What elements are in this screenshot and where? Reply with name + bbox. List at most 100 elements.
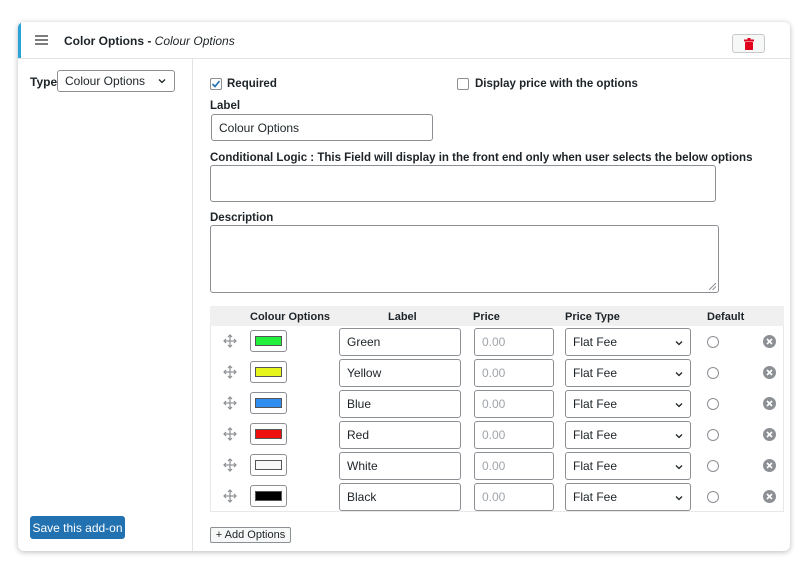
color-picker-button[interactable] [250,330,287,352]
close-circle-icon[interactable] [763,428,776,441]
addon-title: Color Options - Colour Options [64,34,235,48]
option-price-input[interactable]: 0.00 [474,452,554,480]
default-radio[interactable] [707,491,719,503]
type-label: Type [30,75,58,89]
option-row: Blue 0.00 Flat Fee [210,388,784,419]
option-row: Black 0.00 Flat Fee [210,481,784,512]
color-picker-button[interactable] [250,392,287,414]
resize-handle-icon[interactable] [709,283,716,290]
move-arrows-icon[interactable] [223,427,237,441]
price-type-select[interactable]: Flat Fee [565,483,691,511]
option-label-input[interactable]: Red [339,421,461,449]
th-default: Default [707,311,745,323]
option-price-placeholder: 0.00 [482,397,506,411]
color-swatch [255,429,282,439]
option-price-placeholder: 0.00 [482,459,506,473]
color-picker-button[interactable] [250,361,287,383]
price-type-select[interactable]: Flat Fee [565,390,691,418]
chevron-down-icon [675,403,683,408]
color-picker-button[interactable] [250,423,287,445]
color-swatch [255,336,282,346]
th-price-type: Price Type [565,311,620,323]
addon-title-main: Color Options [64,34,144,48]
color-picker-button[interactable] [250,454,287,476]
color-swatch [255,367,282,377]
th-colour: Colour Options [250,311,331,323]
move-arrows-icon[interactable] [223,458,237,472]
option-label-input[interactable]: Green [339,328,461,356]
close-circle-icon[interactable] [763,335,776,348]
option-label-value: Yellow [347,366,382,380]
add-options-button[interactable]: + Add Options [210,527,291,543]
option-label-input[interactable]: Blue [339,390,461,418]
price-type-value: Flat Fee [573,490,618,504]
type-select-value: Colour Options [65,74,146,88]
price-type-select[interactable]: Flat Fee [565,359,691,387]
option-price-input[interactable]: 0.00 [474,483,554,511]
color-swatch [255,398,282,408]
option-label-value: White [347,459,378,473]
type-select[interactable]: Colour Options [57,70,175,92]
save-addon-button[interactable]: Save this add-on [30,516,125,539]
color-swatch [255,491,282,501]
option-row: Yellow 0.00 Flat Fee [210,357,784,388]
close-circle-icon[interactable] [763,459,776,472]
default-radio[interactable] [707,460,719,472]
option-label-value: Black [347,490,377,504]
option-price-input[interactable]: 0.00 [474,328,554,356]
default-radio[interactable] [707,367,719,379]
hamburger-icon[interactable] [35,35,48,45]
label-input-value: Colour Options [219,120,300,135]
description-label: Description [210,212,274,224]
description-field[interactable] [210,225,719,293]
option-label-input[interactable]: White [339,452,461,480]
option-label-input[interactable]: Black [339,483,461,511]
sidebar [18,59,193,551]
price-type-select[interactable]: Flat Fee [565,328,691,356]
th-price: Price [473,311,500,323]
conditional-logic-field[interactable] [210,165,716,202]
conditional-logic-label: Conditional Logic : This Field will disp… [210,152,753,164]
option-row: Red 0.00 Flat Fee [210,419,784,450]
option-label-input[interactable]: Yellow [339,359,461,387]
option-price-input[interactable]: 0.00 [474,421,554,449]
chevron-down-icon [675,465,683,470]
price-type-select[interactable]: Flat Fee [565,421,691,449]
display-price-checkbox[interactable] [457,78,469,90]
move-arrows-icon[interactable] [223,489,237,503]
chevron-down-icon [158,79,166,84]
color-picker-button[interactable] [250,485,287,507]
move-arrows-icon[interactable] [223,334,237,348]
price-type-select[interactable]: Flat Fee [565,452,691,480]
price-type-value: Flat Fee [573,459,618,473]
default-radio[interactable] [707,429,719,441]
checkmark-icon [211,80,221,88]
option-price-placeholder: 0.00 [482,490,506,504]
title-separator: - [144,34,155,48]
move-arrows-icon[interactable] [223,396,237,410]
delete-addon-button[interactable] [732,34,765,53]
required-checkbox[interactable] [210,78,222,90]
addon-card: Color Options - Colour Options Type Colo… [18,22,790,551]
option-price-input[interactable]: 0.00 [474,390,554,418]
option-label-value: Red [347,428,370,442]
addon-header[interactable]: Color Options - Colour Options [18,22,790,59]
move-arrows-icon[interactable] [223,365,237,379]
close-circle-icon[interactable] [763,490,776,503]
option-price-input[interactable]: 0.00 [474,359,554,387]
chevron-down-icon [675,434,683,439]
price-type-value: Flat Fee [573,366,618,380]
close-circle-icon[interactable] [763,397,776,410]
option-label-value: Blue [347,397,372,411]
th-label: Label [388,311,417,323]
label-input[interactable]: Colour Options [211,114,433,141]
addon-title-sub: Colour Options [154,34,235,48]
default-radio[interactable] [707,336,719,348]
label-heading: Label [210,100,241,112]
display-price-label: Display price with the options [475,78,638,90]
chevron-down-icon [675,341,683,346]
default-radio[interactable] [707,398,719,410]
close-circle-icon[interactable] [763,366,776,379]
option-row: White 0.00 Flat Fee [210,450,784,481]
option-price-placeholder: 0.00 [482,428,506,442]
